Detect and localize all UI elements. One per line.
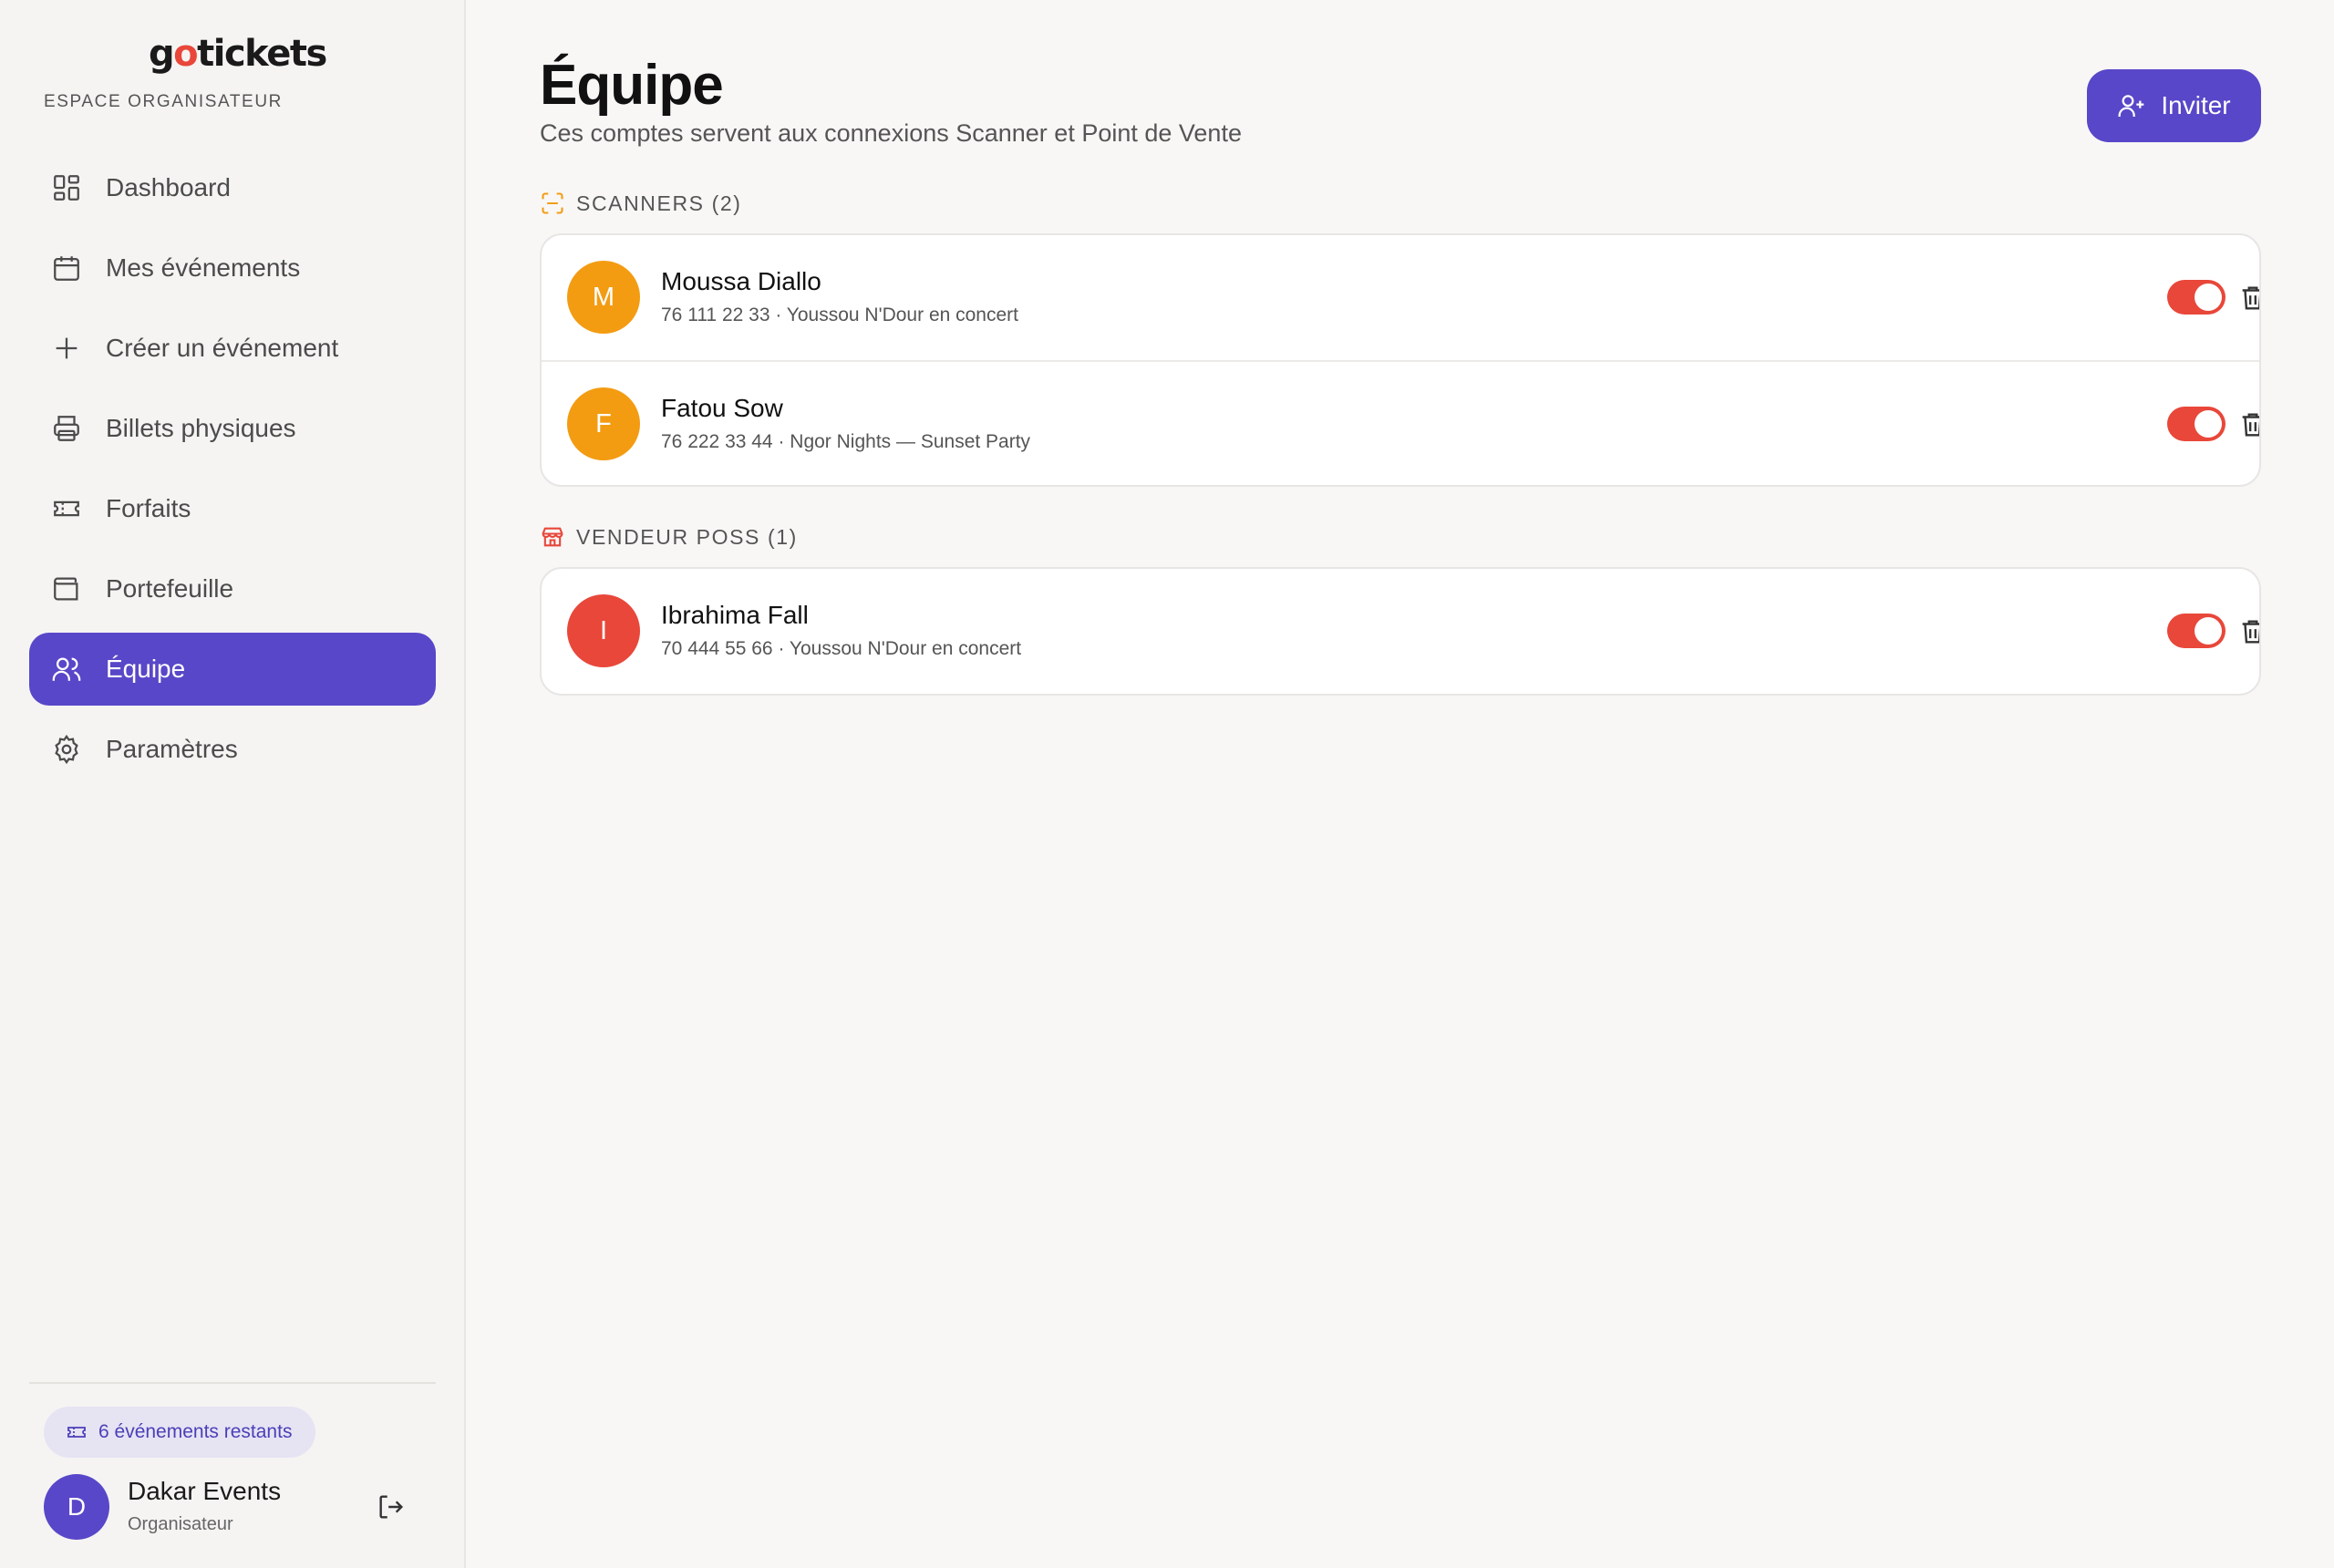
trash-icon[interactable] (2237, 409, 2261, 440)
sidebar-item-mes-evenements[interactable]: Mes événements (29, 232, 436, 304)
member-name: Fatou Sow (661, 394, 783, 422)
vendeurs-section-heading: VENDEUR POSS (1) (540, 524, 798, 550)
calendar-icon (51, 253, 82, 284)
trash-icon[interactable] (2237, 283, 2261, 314)
sidebar-item-label: Créer un événement (106, 334, 339, 362)
sidebar-item-label: Paramètres (106, 735, 238, 763)
member-meta: 70 444 55 66 · Youssou N'Dour en concert (661, 638, 1022, 659)
vendeurs-heading-label: VENDEUR POSS (1) (576, 524, 798, 549)
scanners-heading-label: SCANNERS (2) (576, 191, 742, 215)
member-meta: 76 222 33 44 · Ngor Nights — Sunset Part… (661, 431, 1031, 452)
avatar: M (567, 261, 640, 334)
active-toggle[interactable] (2167, 614, 2226, 648)
sidebar-item-billets-physiques[interactable]: Billets physiques (29, 392, 436, 465)
invite-label: Inviter (2161, 91, 2231, 119)
store-icon (542, 527, 563, 547)
invite-button[interactable]: Inviter (2087, 69, 2261, 142)
member-meta: 76 111 22 33 · Youssou N'Dour en concert (661, 304, 1018, 325)
ticket-icon (51, 493, 82, 524)
sidebar-item-label: Portefeuille (106, 574, 234, 603)
sidebar-item-dashboard[interactable]: Dashboard (29, 151, 436, 224)
avatar: I (567, 594, 640, 667)
toggle-knob (2195, 410, 2222, 438)
plus-icon (51, 333, 82, 364)
scanners-section-heading: SCANNERS (2) (540, 191, 742, 216)
member-name: Moussa Diallo (661, 267, 821, 295)
sidebar-item-portefeuille[interactable]: Portefeuille (29, 552, 436, 625)
logout-icon[interactable] (376, 1491, 407, 1522)
sidebar-item-equipe[interactable]: Équipe (29, 633, 436, 706)
avatar: F (567, 387, 640, 460)
user-avatar: D (44, 1474, 109, 1540)
page-title: Équipe (540, 54, 724, 117)
users-icon (51, 654, 82, 685)
sidebar-item-creer-evenement[interactable]: Créer un événement (29, 312, 436, 385)
printer-icon (51, 413, 82, 444)
sidebar-item-label: Forfaits (106, 494, 191, 522)
sidebar-divider (29, 1382, 436, 1384)
sidebar-item-parametres[interactable]: Paramètres (29, 713, 436, 786)
espace-organisateur-label: ESPACE ORGANISATEUR (44, 92, 283, 111)
sidebar-item-label: Équipe (106, 655, 186, 683)
sidebar-item-label: Billets physiques (106, 414, 296, 442)
active-toggle[interactable] (2167, 407, 2226, 441)
page-subtitle: Ces comptes servent aux connexions Scann… (540, 119, 1242, 147)
toggle-knob (2195, 617, 2222, 645)
toggle-knob (2195, 284, 2222, 311)
remaining-events-label: 6 événements restants (98, 1421, 293, 1442)
scanners-card: M Moussa Diallo 76 111 22 33 · Youssou N… (540, 233, 2261, 487)
ticket-icon (67, 1427, 86, 1438)
list-item[interactable]: F Fatou Sow 76 222 33 44 · Ngor Nights —… (542, 360, 2259, 485)
gotickets-logo[interactable]: gotickets (149, 33, 327, 75)
trash-icon[interactable] (2237, 616, 2261, 647)
remaining-events-badge[interactable]: 6 événements restants (44, 1407, 316, 1458)
sidebar-nav: Dashboard Mes événements Créer un événem… (29, 151, 436, 793)
member-name: Ibrahima Fall (661, 601, 809, 629)
list-item[interactable]: I Ibrahima Fall 70 444 55 66 · Youssou N… (542, 569, 2259, 694)
sidebar-item-label: Dashboard (106, 173, 231, 201)
user-plus-icon (2118, 95, 2144, 117)
sidebar: gotickets ESPACE ORGANISATEUR Dashboard … (0, 0, 466, 1568)
settings-icon (51, 734, 82, 765)
dashboard-icon (51, 172, 82, 203)
main-content: Équipe Ces comptes servent aux connexion… (468, 0, 2334, 1568)
active-toggle[interactable] (2167, 280, 2226, 315)
user-name: Dakar Events (128, 1477, 282, 1505)
sidebar-item-label: Mes événements (106, 253, 301, 282)
sidebar-item-forfaits[interactable]: Forfaits (29, 472, 436, 545)
wallet-icon (51, 573, 82, 604)
vendeurs-card: I Ibrahima Fall 70 444 55 66 · Youssou N… (540, 567, 2261, 696)
scan-icon (542, 192, 563, 214)
list-item[interactable]: M Moussa Diallo 76 111 22 33 · Youssou N… (542, 235, 2259, 360)
user-role: Organisateur (128, 1514, 233, 1534)
